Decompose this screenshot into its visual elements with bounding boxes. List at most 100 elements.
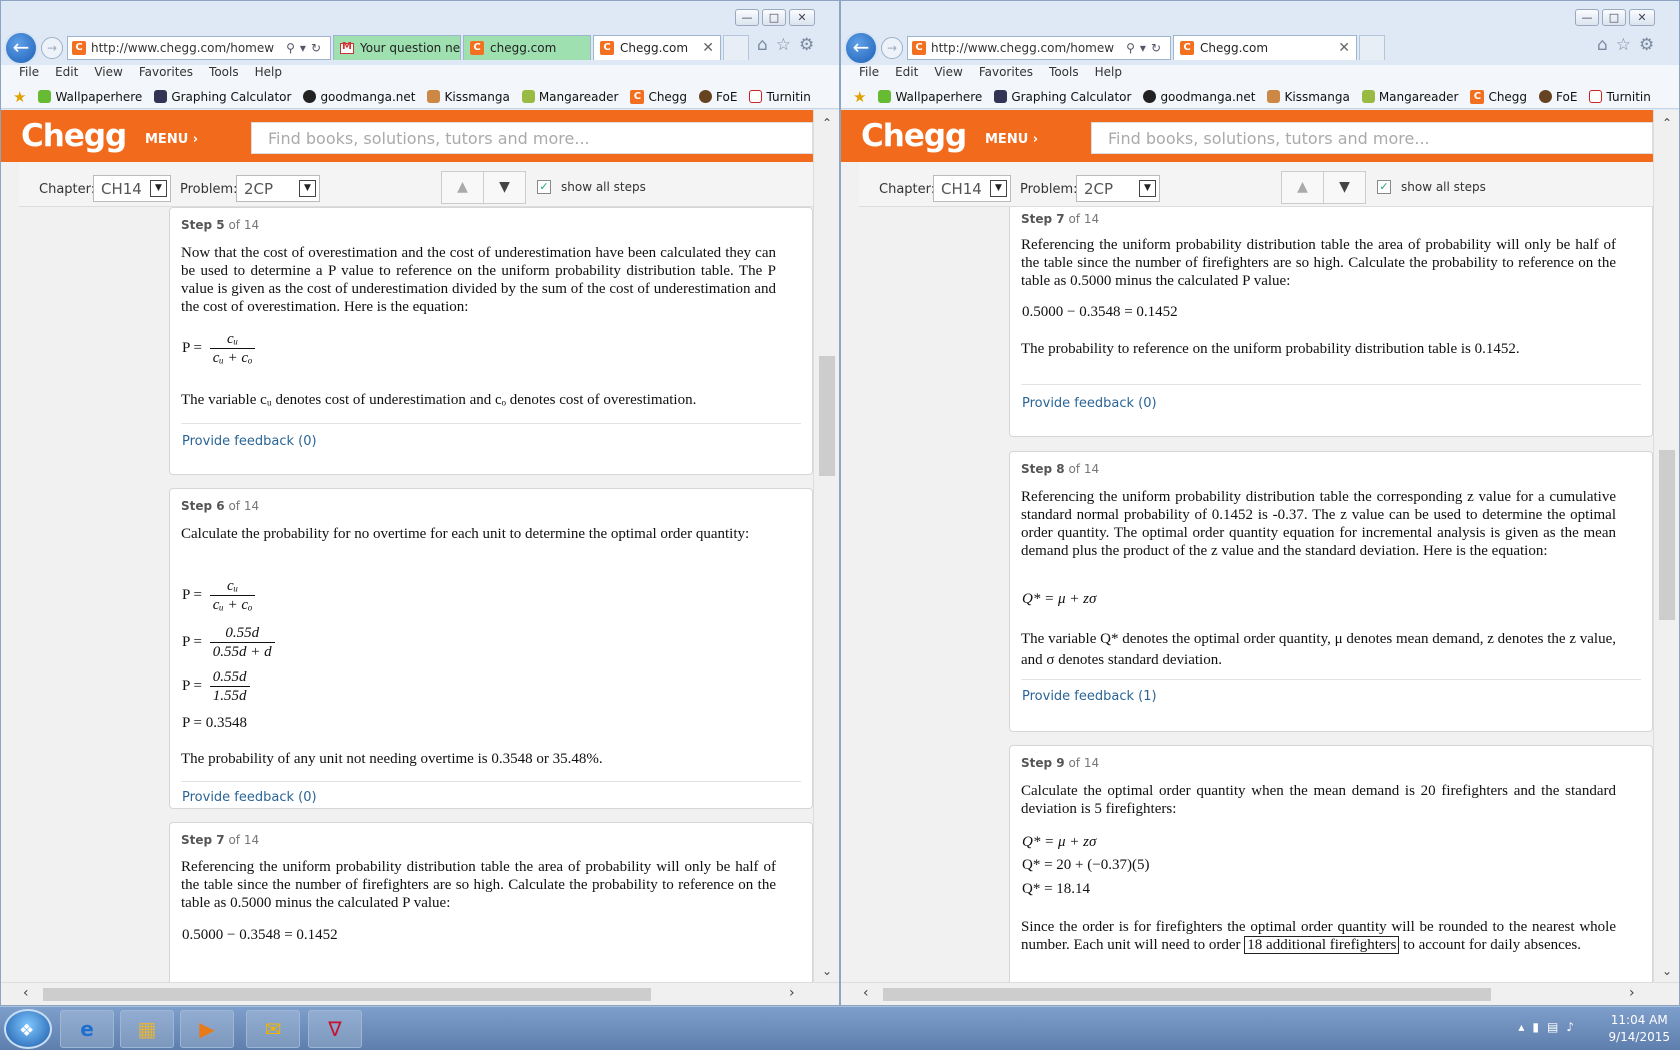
gear-icon[interactable]: ⚙: [1639, 35, 1654, 55]
scroll-down-icon[interactable]: ⌄: [814, 964, 839, 978]
maximize-button[interactable]: □: [762, 9, 786, 26]
provide-feedback-link[interactable]: Provide feedback (0): [1022, 396, 1157, 411]
provide-feedback-link[interactable]: Provide feedback (0): [182, 790, 317, 805]
fav-turnitin[interactable]: Turnitin: [1589, 90, 1651, 104]
fav-chegg[interactable]: C Chegg: [630, 89, 687, 104]
search-input[interactable]: Find books, solutions, tutors and more..…: [1091, 122, 1653, 154]
next-step-button[interactable]: ▼: [483, 172, 525, 203]
menu-file[interactable]: File: [859, 65, 879, 85]
scroll-left-icon[interactable]: ‹: [23, 985, 29, 1001]
menu-tools[interactable]: Tools: [209, 65, 239, 85]
horizontal-scrollbar[interactable]: ‹ ›: [841, 982, 1679, 1005]
menu-favorites[interactable]: Favorites: [979, 65, 1033, 85]
fav-turnitin[interactable]: Turnitin: [749, 90, 811, 104]
new-tab-button[interactable]: [723, 35, 749, 60]
menu-button[interactable]: MENU ›: [985, 132, 1038, 147]
taskbar-acrobat[interactable]: ∇: [308, 1010, 362, 1048]
fav-kissmanga[interactable]: Kissmanga: [427, 90, 510, 104]
favorites-star-icon[interactable]: ★: [13, 88, 26, 106]
minimize-button[interactable]: —: [1575, 9, 1599, 26]
taskbar-internet-explorer[interactable]: e: [60, 1010, 114, 1048]
fav-kissmanga[interactable]: Kissmanga: [1267, 90, 1350, 104]
home-icon[interactable]: ⌂: [1597, 35, 1608, 55]
fav-graphing-calculator[interactable]: Graphing Calculator: [994, 90, 1131, 104]
tab-chegg-active[interactable]: C Chegg.com ✕: [593, 35, 721, 60]
previous-step-button[interactable]: ▲: [442, 172, 483, 203]
fav-mangareader[interactable]: Mangareader: [521, 90, 618, 104]
fav-chegg[interactable]: C Chegg: [1470, 89, 1527, 104]
scroll-thumb[interactable]: [1659, 450, 1675, 620]
close-window-button[interactable]: ✕: [1629, 9, 1655, 26]
tab-chegg-1[interactable]: C chegg.com: [463, 35, 591, 60]
close-tab-icon[interactable]: ✕: [702, 40, 714, 56]
forward-button[interactable]: →: [41, 37, 63, 59]
menu-view[interactable]: View: [94, 65, 122, 85]
vertical-scrollbar[interactable]: ⌃ ⌄: [813, 110, 839, 982]
previous-step-button[interactable]: ▲: [1282, 172, 1323, 203]
taskbar-outlook[interactable]: ✉: [246, 1010, 300, 1048]
fav-wallpaperhere[interactable]: Wallpaperhere: [38, 90, 142, 104]
menu-edit[interactable]: Edit: [895, 65, 918, 85]
close-tab-icon[interactable]: ✕: [1338, 40, 1350, 56]
menu-file[interactable]: File: [19, 65, 39, 85]
taskbar-file-explorer[interactable]: ▦: [120, 1010, 174, 1048]
fav-goodmanga[interactable]: goodmanga.net: [1143, 90, 1255, 104]
provide-feedback-link[interactable]: Provide feedback (0): [182, 434, 317, 449]
vertical-scrollbar[interactable]: ⌃ ⌄: [1653, 110, 1679, 982]
tab-gmail[interactable]: Your question ne...: [333, 35, 461, 60]
back-button[interactable]: ←: [844, 31, 878, 65]
address-controls[interactable]: ⚲▾↻: [1126, 41, 1170, 55]
horizontal-scrollbar[interactable]: ‹ ›: [1, 982, 839, 1005]
back-button[interactable]: ←: [4, 31, 38, 65]
scroll-thumb[interactable]: [883, 988, 1491, 1001]
gear-icon[interactable]: ⚙: [799, 35, 814, 55]
favorites-star-icon[interactable]: ☆: [776, 35, 791, 55]
show-hidden-icons-icon[interactable]: ▴: [1518, 1020, 1524, 1034]
menu-edit[interactable]: Edit: [55, 65, 78, 85]
forward-button[interactable]: →: [881, 37, 903, 59]
fav-foe[interactable]: FoE: [1539, 90, 1577, 104]
fav-graphing-calculator[interactable]: Graphing Calculator: [154, 90, 291, 104]
menu-button[interactable]: MENU ›: [145, 132, 198, 147]
scroll-left-icon[interactable]: ‹: [863, 985, 869, 1001]
menu-help[interactable]: Help: [255, 65, 282, 85]
scroll-thumb[interactable]: [43, 988, 651, 1001]
clock[interactable]: 11:04 AM 9/14/2015: [1608, 1012, 1670, 1046]
fav-foe[interactable]: FoE: [699, 90, 737, 104]
scroll-thumb[interactable]: [819, 356, 835, 476]
chapter-select[interactable]: CH14 ▼: [93, 175, 171, 202]
fav-mangareader[interactable]: Mangareader: [1361, 90, 1458, 104]
fav-wallpaperhere[interactable]: Wallpaperhere: [878, 90, 982, 104]
scroll-right-icon[interactable]: ›: [789, 985, 795, 1001]
address-controls[interactable]: ⚲▾↻: [286, 41, 330, 55]
address-bar[interactable]: C http://www.chegg.com/homew ⚲▾↻: [907, 36, 1171, 60]
usb-icon[interactable]: ▮: [1532, 1020, 1539, 1034]
home-icon[interactable]: ⌂: [757, 35, 768, 55]
maximize-button[interactable]: □: [1602, 9, 1626, 26]
taskbar-media-player[interactable]: ▶: [180, 1010, 234, 1048]
chapter-select[interactable]: CH14 ▼: [933, 175, 1011, 202]
menu-tools[interactable]: Tools: [1049, 65, 1079, 85]
menu-help[interactable]: Help: [1095, 65, 1122, 85]
scroll-up-icon[interactable]: ⌃: [1654, 116, 1679, 130]
favorites-star-icon[interactable]: ★: [853, 88, 866, 106]
show-all-steps-checkbox[interactable]: ✓: [1377, 180, 1391, 194]
menu-view[interactable]: View: [934, 65, 962, 85]
favorites-star-icon[interactable]: ☆: [1616, 35, 1631, 55]
show-all-steps-checkbox[interactable]: ✓: [537, 180, 551, 194]
chegg-logo[interactable]: Chegg: [21, 118, 127, 154]
chegg-logo[interactable]: Chegg: [861, 118, 967, 154]
minimize-button[interactable]: —: [735, 9, 759, 26]
network-icon[interactable]: ▤: [1547, 1020, 1558, 1034]
new-tab-button[interactable]: [1359, 35, 1385, 60]
menu-favorites[interactable]: Favorites: [139, 65, 193, 85]
problem-select[interactable]: 2CP ▼: [1076, 175, 1160, 202]
fav-goodmanga[interactable]: goodmanga.net: [303, 90, 415, 104]
address-bar[interactable]: C http://www.chegg.com/homew ⚲▾↻: [67, 36, 331, 60]
scroll-up-icon[interactable]: ⌃: [814, 116, 839, 130]
volume-icon[interactable]: ♪: [1566, 1020, 1574, 1034]
next-step-button[interactable]: ▼: [1323, 172, 1365, 203]
scroll-right-icon[interactable]: ›: [1629, 985, 1635, 1001]
scroll-down-icon[interactable]: ⌄: [1654, 964, 1679, 978]
search-input[interactable]: Find books, solutions, tutors and more..…: [251, 122, 813, 154]
